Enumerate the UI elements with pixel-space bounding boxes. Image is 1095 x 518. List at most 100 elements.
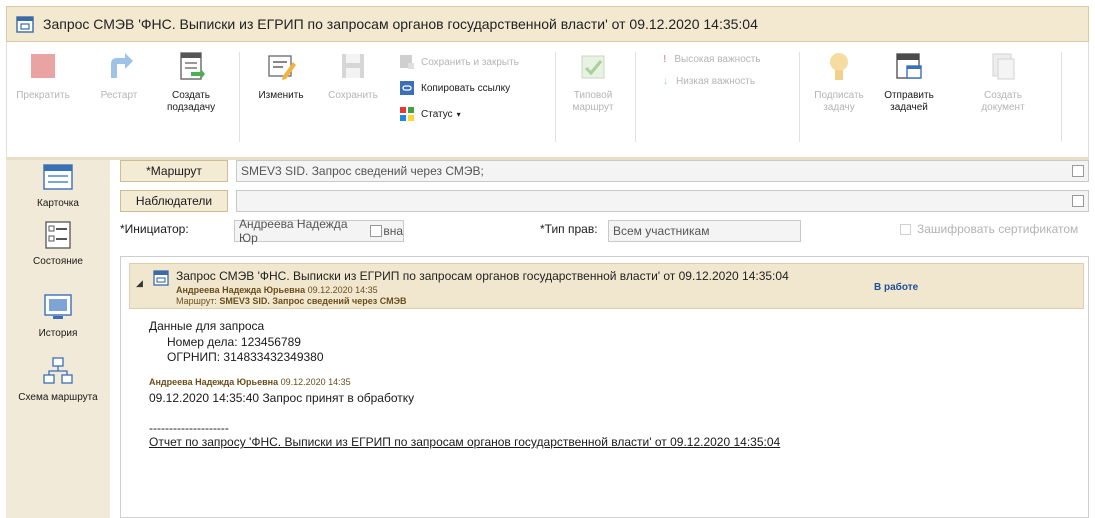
ribbon-separator	[1061, 52, 1062, 142]
save-label: Сохранить	[328, 90, 378, 101]
stop-button[interactable]: Прекратить	[16, 50, 70, 102]
author-date: 09.12.2020 14:35	[307, 285, 378, 295]
status-label: Статус	[421, 108, 453, 120]
status-grid-icon	[400, 107, 414, 121]
thread-route: Маршрут: SMEV3 SID. Запрос сведений чере…	[176, 296, 407, 306]
separator-dashes: --------------------	[149, 421, 229, 435]
send-task-button[interactable]: Отправить задачей	[881, 50, 937, 114]
window-title: Запрос СМЭВ 'ФНС. Выписки из ЕГРИП по за…	[43, 16, 758, 32]
collapse-triangle-icon[interactable]: ◢	[136, 278, 143, 289]
nav-route-scheme-label: Схема маршрута	[18, 392, 98, 403]
send-task-icon	[896, 53, 922, 79]
link-icon	[400, 81, 414, 95]
request-data-heading: Данные для запроса	[149, 319, 265, 333]
stop-icon	[31, 54, 55, 78]
watchers-button-label: Наблюдатели	[135, 194, 213, 208]
create-subtask-icon	[180, 52, 205, 80]
encrypt-label: Зашифровать сертификатом	[917, 222, 1079, 236]
ogrnip-value: ОГРНИП: 314833432349380	[167, 350, 324, 364]
create-subtask-button[interactable]: Создать подзадачу	[161, 50, 221, 114]
thread-header[interactable]: ◢ Запрос СМЭВ 'ФНС. Выписки из ЕГРИП по …	[129, 263, 1084, 309]
thread-author: Андреева Надежда Юрьевна 09.12.2020 14:3…	[176, 285, 378, 295]
ribbon-toolbar: Прекратить Рестарт Создать подзадачу Изм…	[6, 42, 1089, 160]
initiator-label: *Инициатор:	[120, 222, 189, 236]
high-importance-label: Высокая важность	[674, 54, 761, 65]
state-list-icon	[45, 221, 71, 249]
send-task-label-2: задачей	[890, 102, 928, 113]
watchers-field[interactable]	[236, 190, 1089, 212]
sign-task-button[interactable]: Подписать задачу	[813, 50, 865, 114]
nav-item-history[interactable]: История	[6, 292, 110, 339]
ellipsis-icon[interactable]	[1072, 195, 1084, 207]
high-importance-button[interactable]: ! Высокая важность	[663, 54, 761, 65]
reply-date: 09.12.2020 14:35	[280, 377, 351, 387]
exclamation-icon: !	[663, 54, 667, 65]
create-document-icon	[992, 53, 1015, 80]
reply-author: Андреева Надежда Юрьевна 09.12.2020 14:3…	[149, 377, 351, 387]
route-field[interactable]: SMEV3 SID. Запрос сведений через СМЭВ;	[236, 160, 1089, 182]
typical-route-label-1: Типовой	[573, 90, 613, 101]
ribbon-separator	[555, 52, 556, 142]
edit-label: Изменить	[258, 90, 304, 101]
create-subtask-label-1: Создать	[171, 90, 210, 101]
status-dropdown[interactable]: Статус ▾	[399, 106, 461, 122]
encrypt-checkbox[interactable]: Зашифровать сертификатом	[900, 222, 1078, 236]
restart-arrow-icon	[111, 53, 133, 78]
create-subtask-label-2: подзадачу	[166, 102, 216, 113]
send-task-label-1: Отправить	[884, 90, 934, 101]
edit-pencil-icon	[268, 55, 296, 80]
ribbon-separator	[799, 52, 800, 142]
copy-link-button[interactable]: Копировать ссылку	[399, 80, 510, 96]
ellipsis-icon[interactable]	[370, 225, 383, 237]
typical-route-button[interactable]: Типовой маршрут	[571, 50, 615, 114]
restart-button[interactable]: Рестарт	[99, 50, 139, 102]
sign-seal-icon	[830, 53, 848, 80]
rights-type-field[interactable]: Всем участникам	[608, 220, 801, 242]
save-disk-icon	[342, 54, 364, 78]
case-number: Номер дела: 123456789	[167, 335, 301, 349]
initiator-value-part-2: вна	[383, 224, 403, 238]
sign-task-label-1: Подписать	[814, 90, 864, 101]
restart-label: Рестарт	[100, 90, 138, 101]
chevron-down-icon: ▾	[456, 109, 461, 119]
ellipsis-icon[interactable]	[1072, 165, 1084, 177]
create-document-label-1: Создать	[983, 90, 1022, 101]
route-button-label: *Маршрут	[146, 164, 202, 178]
low-importance-button[interactable]: ↓ Низкая важность	[663, 76, 755, 87]
route-field-value: SMEV3 SID. Запрос сведений через СМЭВ;	[241, 164, 484, 178]
initiator-value-part-1: Андреева Надежда Юр	[239, 217, 348, 245]
route-caption: Маршрут:	[176, 296, 217, 306]
route-name: SMEV3 SID. Запрос сведений через СМЭВ	[219, 296, 407, 306]
route-scheme-icon	[43, 357, 73, 384]
sign-task-label-2: задачу	[823, 102, 855, 113]
create-document-button[interactable]: Создать документ	[977, 50, 1029, 114]
window-titlebar: Запрос СМЭВ 'ФНС. Выписки из ЕГРИП по за…	[6, 6, 1089, 42]
card-icon	[43, 164, 73, 190]
nav-item-route-scheme[interactable]: Схема маршрута	[6, 356, 110, 403]
watchers-button[interactable]: Наблюдатели	[120, 190, 228, 212]
edit-button[interactable]: Изменить	[253, 50, 309, 102]
message-thread: ◢ Запрос СМЭВ 'ФНС. Выписки из ЕГРИП по …	[120, 256, 1089, 518]
report-link[interactable]: Отчет по запросу 'ФНС. Выписки из ЕГРИП …	[149, 435, 780, 449]
save-close-icon	[400, 55, 414, 69]
reply-author-name: Андреева Надежда Юрьевна	[149, 377, 279, 387]
rights-type-label: *Тип прав:	[540, 222, 598, 236]
typical-route-label-2: маршрут	[572, 102, 614, 113]
nav-item-card[interactable]: Карточка	[6, 162, 110, 209]
ribbon-separator	[239, 52, 240, 142]
typical-route-icon	[581, 55, 605, 79]
save-close-button[interactable]: Сохранить и закрыть	[399, 54, 519, 70]
author-name: Андреева Надежда Юрьевна	[176, 285, 306, 295]
task-document-icon	[16, 16, 34, 33]
save-button[interactable]: Сохранить	[327, 50, 379, 102]
reply-text: 09.12.2020 14:35:40 Запрос принят в обра…	[149, 391, 415, 405]
initiator-field[interactable]: Андреева Надежда Юр вна	[234, 217, 404, 245]
save-close-label: Сохранить и закрыть	[421, 56, 519, 68]
create-document-label-2: документ	[981, 102, 1025, 113]
nav-state-label: Состояние	[33, 256, 83, 267]
ribbon-separator	[635, 52, 636, 142]
nav-history-label: История	[38, 328, 78, 339]
stop-label: Прекратить	[16, 90, 70, 101]
nav-item-state[interactable]: Состояние	[6, 220, 110, 267]
route-button[interactable]: *Маршрут	[120, 160, 228, 182]
